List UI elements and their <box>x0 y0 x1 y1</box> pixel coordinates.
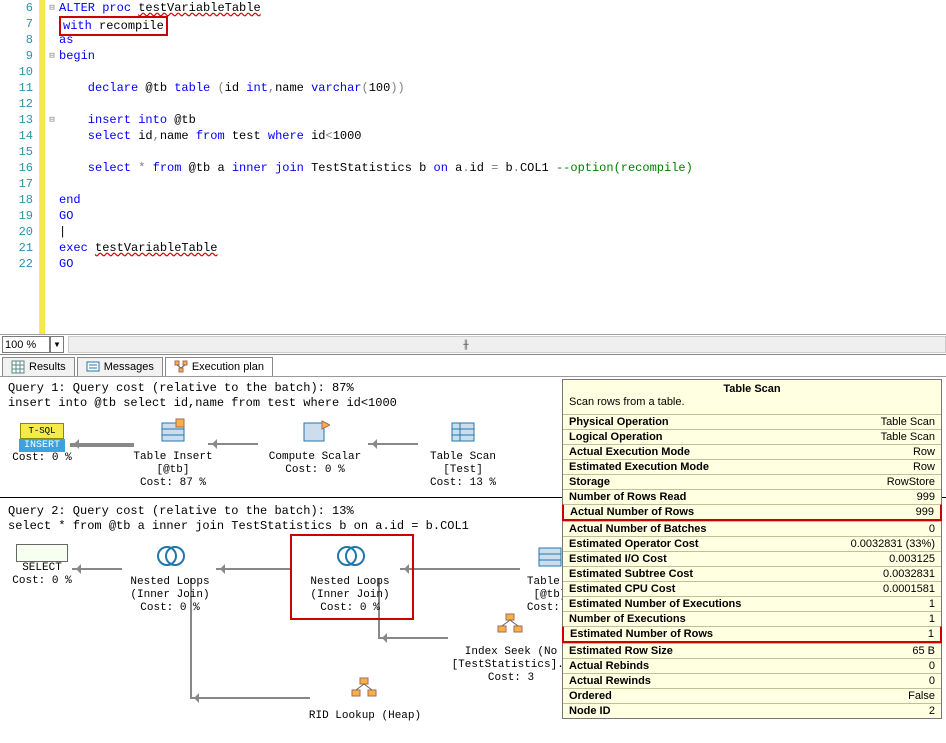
tooltip-row: Estimated Number of Executions1 <box>563 596 941 611</box>
table-scan-icon <box>535 542 565 572</box>
tab-execution-plan[interactable]: Execution plan <box>165 357 273 376</box>
line-number-gutter: 6789 10111213 14151617 18192021 22 <box>0 0 40 334</box>
tooltip-row: Estimated Execution ModeRow <box>563 459 941 474</box>
op-compute-scalar[interactable]: Compute ScalarCost: 0 % <box>260 417 370 477</box>
zoom-bar: ▾ ╫ <box>0 335 946 355</box>
operator-tooltip: Table Scan Scan rows from a table. Physi… <box>562 379 942 719</box>
op-select-root[interactable]: SELECTCost: 0 % <box>12 544 72 588</box>
tooltip-row: Physical OperationTable Scan <box>563 414 941 429</box>
index-seek-icon <box>496 612 526 642</box>
horizontal-scrollbar[interactable]: ╫ <box>68 336 946 353</box>
op-nested-loops-1[interactable]: Nested Loops(Inner Join)Cost: 0 % <box>120 542 220 615</box>
message-icon <box>86 360 100 374</box>
grid-icon <box>11 360 25 374</box>
fold-gutter[interactable]: ⊟⊟ ⊟ <box>45 0 59 334</box>
rid-lookup-icon <box>350 676 380 706</box>
op-rid-lookup[interactable]: RID Lookup (Heap) <box>300 676 430 723</box>
tooltip-row: Actual Number of Rows999 <box>562 504 942 521</box>
op-index-seek[interactable]: Index Seek (No[TestStatistics].[Cost: 3 <box>446 612 576 685</box>
tooltip-row: Estimated Number of Rows1 <box>562 626 942 643</box>
tooltip-row: StorageRowStore <box>563 474 941 489</box>
zoom-input[interactable] <box>2 336 50 353</box>
select-icon <box>16 544 68 562</box>
plan-icon <box>174 360 188 374</box>
code-content[interactable]: ALTER proc testVariableTable with recomp… <box>59 0 946 334</box>
tooltip-row: Number of Rows Read999 <box>563 489 941 504</box>
tooltip-row: Estimated Operator Cost0.0032831 (33%) <box>563 536 941 551</box>
tooltip-row: Estimated Row Size65 B <box>563 643 941 658</box>
tooltip-row: Node ID2 <box>563 703 941 718</box>
insert-root-label: INSERT <box>19 439 65 452</box>
tooltip-row: Actual Rewinds0 <box>563 673 941 688</box>
tab-results[interactable]: Results <box>2 357 75 376</box>
tooltip-row: Actual Number of Batches0 <box>563 521 941 536</box>
nested-loops-icon <box>155 542 185 572</box>
op-table-scan-test[interactable]: Table Scan[Test]Cost: 13 % <box>418 417 508 490</box>
tooltip-row: Logical OperationTable Scan <box>563 429 941 444</box>
tooltip-row: Actual Rebinds0 <box>563 658 941 673</box>
code-editor[interactable]: 6789 10111213 14151617 18192021 22 ⊟⊟ ⊟ … <box>0 0 946 335</box>
results-tabstrip: Results Messages Execution plan <box>0 355 946 377</box>
zoom-dropdown-icon[interactable]: ▾ <box>50 336 64 353</box>
tab-messages[interactable]: Messages <box>77 357 163 376</box>
tooltip-row: Estimated Subtree Cost0.0032831 <box>563 566 941 581</box>
tooltip-row: Estimated CPU Cost0.0001581 <box>563 581 941 596</box>
highlight-nested-loops <box>290 534 414 620</box>
table-insert-icon <box>158 417 188 447</box>
execution-plan-pane[interactable]: Query 1: Query cost (relative to the bat… <box>0 377 946 742</box>
tooltip-row: Estimated I/O Cost0.003125 <box>563 551 941 566</box>
tooltip-row: OrderedFalse <box>563 688 941 703</box>
tooltip-row: Number of Executions1 <box>563 611 941 626</box>
op-table-insert[interactable]: Table Insert[@tb]Cost: 87 % <box>128 417 218 490</box>
tooltip-row: Actual Execution ModeRow <box>563 444 941 459</box>
tooltip-title: Table Scan <box>563 380 941 396</box>
table-scan-icon <box>448 417 478 447</box>
tooltip-description: Scan rows from a table. <box>563 396 941 414</box>
compute-scalar-icon <box>300 417 330 447</box>
tsql-icon: T-SQL <box>20 423 64 439</box>
highlight-with-recompile: with recompile <box>59 16 168 36</box>
